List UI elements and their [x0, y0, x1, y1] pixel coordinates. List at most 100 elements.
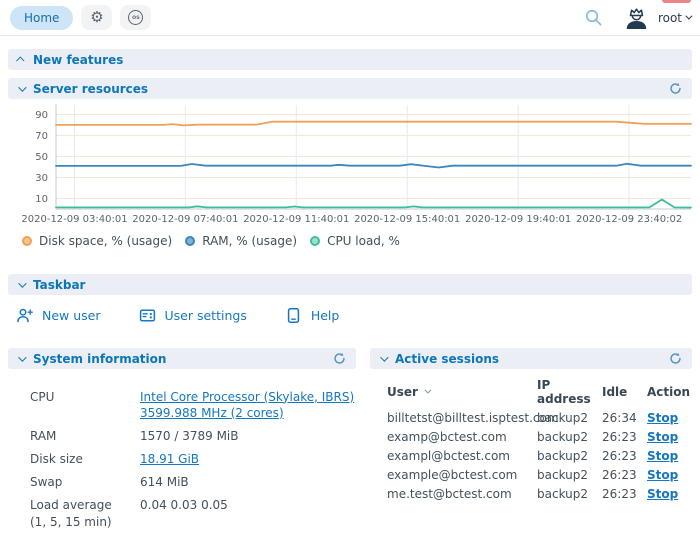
- stop-session-link[interactable]: Stop: [647, 449, 678, 463]
- section-header-system-information[interactable]: System information: [8, 348, 356, 369]
- sysinfo-row: Disk size18.91 GiB: [30, 448, 356, 471]
- session-ip: backup2: [537, 468, 602, 482]
- session-user: examp@bctest.com: [387, 430, 537, 444]
- svg-text:2020-12-09 07:40:01: 2020-12-09 07:40:01: [132, 214, 238, 225]
- column-header-user[interactable]: User: [387, 385, 537, 399]
- session-idle: 26:23: [602, 449, 647, 463]
- section-title: Taskbar: [33, 278, 85, 292]
- main-content: New features Server resources 1030507090…: [0, 36, 700, 533]
- taskbar-item-help[interactable]: Help: [285, 307, 340, 324]
- panels-row: System information CPUIntel Core Process…: [8, 348, 692, 533]
- sysinfo-value: 0.04 0.03 0.05: [140, 497, 356, 529]
- section-title: New features: [33, 53, 123, 67]
- svg-text:2020-12-09 11:40:01: 2020-12-09 11:40:01: [243, 214, 349, 225]
- svg-text:2020-12-09 03:40:01: 2020-12-09 03:40:01: [21, 214, 127, 225]
- stop-session-link[interactable]: Stop: [647, 411, 678, 425]
- taskbar-item-label: User settings: [165, 308, 247, 323]
- chart-legend: Disk space, % (usage) RAM, % (usage) CPU l…: [8, 228, 692, 248]
- svg-text:2020-12-09 19:40:01: 2020-12-09 19:40:01: [465, 214, 571, 225]
- sysinfo-value: 1570 / 3789 MiB: [140, 428, 356, 444]
- legend-item: RAM, % (usage): [185, 234, 297, 248]
- taskbar-item-user-settings[interactable]: User settings: [139, 307, 247, 324]
- active-sessions-panel: Active sessions UserIP addressIdleAction…: [370, 348, 692, 503]
- taskbar-item-label: Help: [311, 308, 340, 323]
- legend-label: CPU load, %: [327, 234, 400, 248]
- sessions-header-row: UserIP addressIdleAction: [387, 382, 692, 401]
- search-button[interactable]: [584, 8, 603, 27]
- session-row: billtetst@billtest.isptest.combackup226:…: [387, 408, 692, 427]
- column-header-ip-address: IP address: [537, 378, 602, 406]
- active-sessions-table: UserIP addressIdleAction billtetst@billte…: [387, 382, 692, 503]
- svg-text:10: 10: [35, 194, 48, 205]
- sysinfo-row: CPUIntel Core Processor (Skylake, IBRS) …: [30, 385, 356, 424]
- search-icon: [584, 8, 603, 27]
- session-user: example@bctest.com: [387, 468, 537, 482]
- sysinfo-value-link[interactable]: 18.91 GiB: [140, 452, 199, 466]
- legend-item: Disk space, % (usage): [22, 234, 172, 248]
- section-title: Server resources: [33, 82, 148, 96]
- sysinfo-row: Load average (1, 5, 15 min)0.04 0.03 0.0…: [30, 494, 356, 533]
- session-user: me.test@bctest.com: [387, 487, 537, 501]
- system-information-panel: System information CPUIntel Core Process…: [8, 348, 356, 533]
- section-header-active-sessions[interactable]: Active sessions: [370, 348, 692, 369]
- top-edge-red-fragment: [662, 0, 691, 3]
- refresh-icon: [669, 352, 682, 365]
- settings-button[interactable]: ⚙: [81, 5, 112, 30]
- session-row: examp@bctest.combackup226:23Stop: [387, 427, 692, 446]
- sysinfo-row: RAM1570 / 3789 MiB: [30, 424, 356, 447]
- collapse-chevron-icon: [18, 83, 26, 91]
- taskbar-row: New user User settings Help: [8, 295, 692, 334]
- sysinfo-value: Intel Core Processor (Skylake, IBRS) 359…: [140, 389, 356, 421]
- os-templates-button[interactable]: os: [120, 5, 151, 30]
- session-action: Stop: [647, 430, 692, 444]
- section-header-taskbar[interactable]: Taskbar: [8, 274, 692, 295]
- gear-icon: ⚙: [90, 10, 103, 25]
- legend-label: RAM, % (usage): [202, 234, 297, 248]
- session-row: exampl@bctest.combackup226:23Stop: [387, 446, 692, 465]
- session-idle: 26:34: [602, 411, 647, 425]
- chevron-down-icon: [685, 13, 692, 20]
- session-action: Stop: [647, 487, 692, 501]
- refresh-icon: [333, 352, 346, 365]
- stop-session-link[interactable]: Stop: [647, 430, 678, 444]
- legend-label: Disk space, % (usage): [39, 234, 172, 248]
- svg-text:50: 50: [35, 152, 48, 163]
- taskbar-item-new-user[interactable]: New user: [16, 307, 101, 324]
- column-header-label: User: [387, 385, 418, 399]
- section-title: System information: [33, 352, 166, 366]
- refresh-button[interactable]: [333, 352, 346, 365]
- stop-session-link[interactable]: Stop: [647, 468, 678, 482]
- refresh-button[interactable]: [669, 352, 682, 365]
- column-header-action: Action: [647, 385, 692, 399]
- refresh-icon: [669, 82, 682, 95]
- home-button[interactable]: Home: [10, 6, 73, 30]
- collapse-chevron-icon: [18, 279, 26, 287]
- session-idle: 26:23: [602, 487, 647, 501]
- session-row: example@bctest.combackup226:23Stop: [387, 465, 692, 484]
- sysinfo-label: Swap: [30, 474, 140, 490]
- top-toolbar: Home ⚙ os root: [0, 0, 700, 36]
- sysinfo-row: Swap614 MiB: [30, 471, 356, 494]
- column-header-idle: Idle: [602, 385, 647, 399]
- taskbar-item-label: New user: [42, 308, 101, 323]
- sysinfo-value-link[interactable]: Intel Core Processor (Skylake, IBRS) 359…: [140, 390, 354, 420]
- sysinfo-value: 614 MiB: [140, 474, 356, 490]
- user-settings-icon: [139, 307, 156, 324]
- os-icon: os: [128, 10, 143, 25]
- svg-text:70: 70: [35, 131, 48, 142]
- user-menu[interactable]: root: [623, 5, 690, 31]
- collapse-chevron-icon: [18, 353, 26, 361]
- system-information-table: CPUIntel Core Processor (Skylake, IBRS) …: [30, 385, 356, 533]
- section-header-server-resources[interactable]: Server resources: [8, 78, 692, 99]
- session-row: me.test@bctest.combackup226:23Stop: [387, 484, 692, 503]
- collapse-chevron-icon: [380, 353, 388, 361]
- session-action: Stop: [647, 411, 692, 425]
- session-user: billtetst@billtest.isptest.com: [387, 411, 537, 425]
- collapse-chevron-icon: [16, 56, 24, 64]
- sysinfo-label: Disk size: [30, 451, 140, 467]
- section-header-new-features[interactable]: New features: [8, 49, 692, 70]
- crown-avatar-icon: [623, 5, 650, 31]
- sysinfo-label: CPU: [30, 389, 140, 421]
- refresh-button[interactable]: [669, 82, 682, 95]
- stop-session-link[interactable]: Stop: [647, 487, 678, 501]
